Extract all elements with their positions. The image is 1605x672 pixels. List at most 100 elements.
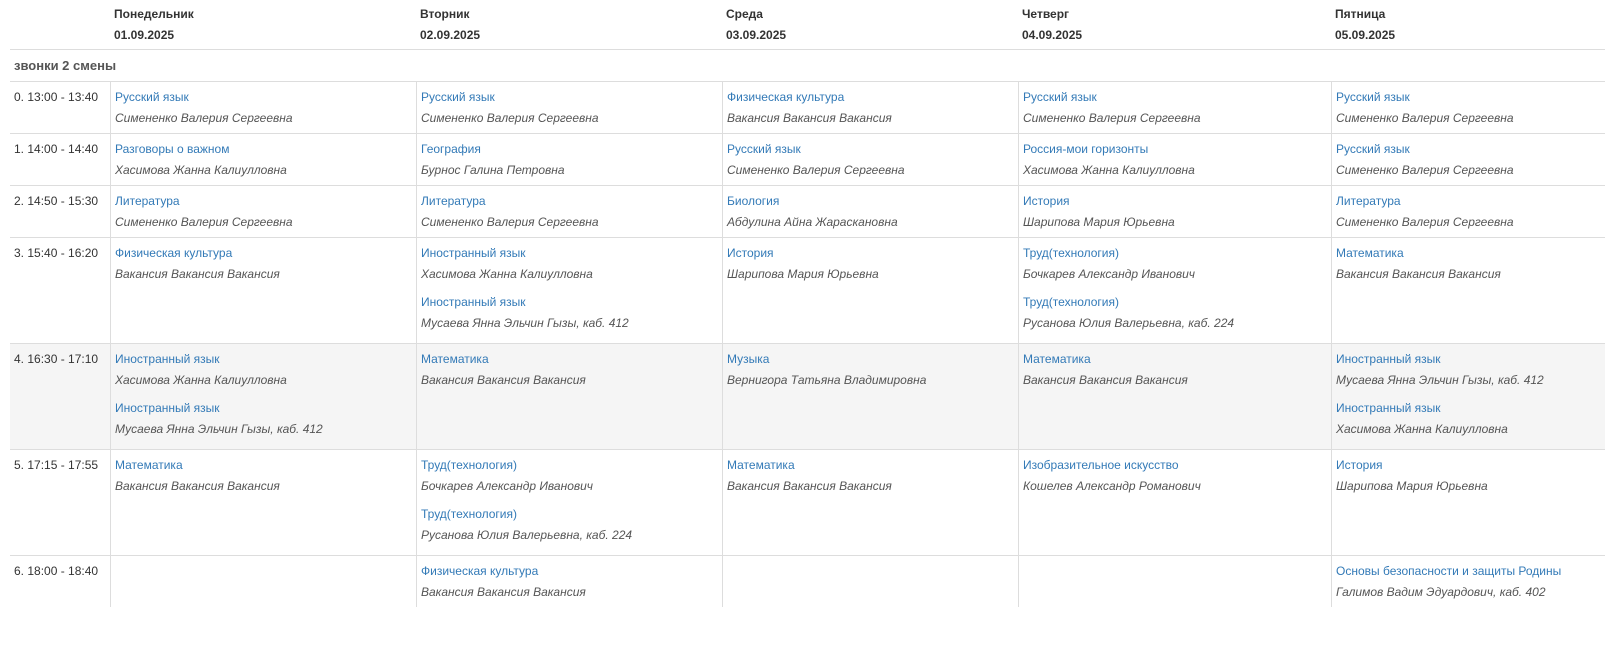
lesson-cell: Математика Вакансия Вакансия Вакансия <box>416 344 722 449</box>
lesson-entry: Физическая культура Вакансия Вакансия Вак… <box>727 89 1014 126</box>
teacher-name: Хасимова Жанна Калиулловна <box>421 267 593 281</box>
teacher-name: Шарипова Мария Юрьевна <box>727 267 879 281</box>
subject-link[interactable]: Разговоры о важном <box>115 141 412 157</box>
subject-link[interactable]: Труд(технология) <box>1023 245 1327 261</box>
lesson-cell: История Шарипова Мария Юрьевна <box>1331 450 1605 555</box>
lesson-time: 2. 14:50 - 15:30 <box>14 194 99 208</box>
subject-link[interactable]: Русский язык <box>1336 89 1601 105</box>
lesson-cell: Физическая культура Вакансия Вакансия Вак… <box>722 82 1018 133</box>
subject-link[interactable]: Литература <box>115 193 412 209</box>
lesson-cell: Биология Абдулина Айна Жарaскановна <box>722 186 1018 237</box>
subject-link[interactable]: Математика <box>1023 351 1327 367</box>
subject-link[interactable]: Труд(технология) <box>1023 294 1327 310</box>
subject-link[interactable]: Математика <box>727 457 1014 473</box>
lesson-time: 4. 16:30 - 17:10 <box>14 352 99 366</box>
lesson-cell: Россия-мои горизонты Хасимова Жанна Калиу… <box>1018 134 1331 185</box>
lesson-entry: История Шарипова Мария Юрьевна <box>1336 457 1601 494</box>
lesson-cell: Физическая культура Вакансия Вакансия Вак… <box>110 238 416 343</box>
subject-link[interactable]: История <box>1023 193 1327 209</box>
lesson-entry: География Бурнос Галина Петровна <box>421 141 718 178</box>
lesson-entry: Иностранный язык Хасимова Жанна Калиуллов… <box>421 245 718 282</box>
teacher-name: Вакансия Вакансия Вакансия <box>421 373 586 387</box>
subject-link[interactable]: Музыка <box>727 351 1014 367</box>
subject-link[interactable]: Русский язык <box>421 89 718 105</box>
subject-link[interactable]: Биология <box>727 193 1014 209</box>
lesson-entry: Иностранный язык Хасимова Жанна Калиуллов… <box>1336 400 1601 437</box>
lesson-cell <box>722 556 1018 607</box>
lesson-entry: Изобразительное искусство Кошелев Алексан… <box>1023 457 1327 494</box>
subject-link[interactable]: Математика <box>115 457 412 473</box>
lesson-cell: Литература Симененко Валерия Сергеевна <box>416 186 722 237</box>
lesson-cell: Музыка Вернигора Татьяна Владимировна <box>722 344 1018 449</box>
lesson-cell: Русский язык Симененко Валерия Сергеевна <box>110 82 416 133</box>
day-header-wednesday: Среда 03.09.2025 <box>722 0 1018 49</box>
subject-link[interactable]: Физическая культура <box>727 89 1014 105</box>
lesson-cell: Изобразительное искусство Кошелев Алексан… <box>1018 450 1331 555</box>
subject-link[interactable]: Русский язык <box>115 89 412 105</box>
subject-link[interactable]: Литература <box>1336 193 1601 209</box>
subject-link[interactable]: Математика <box>421 351 718 367</box>
subject-link[interactable]: Русский язык <box>1336 141 1601 157</box>
lesson-entry: Русский язык Симененко Валерия Сергеевна <box>421 89 718 126</box>
subject-link[interactable]: Иностранный язык <box>115 400 412 416</box>
subject-link[interactable]: Изобразительное искусство <box>1023 457 1327 473</box>
lesson-entry: Литература Симененко Валерия Сергеевна <box>421 193 718 230</box>
subject-link[interactable]: Иностранный язык <box>421 294 718 310</box>
table-row: 5. 17:15 - 17:55 Математика Вакансия Вакан… <box>10 450 1605 556</box>
lesson-cell: Литература Симененко Валерия Сергеевна <box>110 186 416 237</box>
table-row: 0. 13:00 - 13:40 Русский язык Симененко Ва… <box>10 82 1605 134</box>
subject-link[interactable]: Физическая культура <box>421 563 718 579</box>
lesson-cell: Русский язык Симененко Валерия Сергеевна <box>1331 82 1605 133</box>
lesson-cell: Русский язык Симененко Валерия Сергеевна <box>1018 82 1331 133</box>
day-header-thursday: Четверг 04.09.2025 <box>1018 0 1331 49</box>
lesson-cell: Математика Вакансия Вакансия Вакансия <box>1018 344 1331 449</box>
subject-link[interactable]: Русский язык <box>1023 89 1327 105</box>
day-date: 04.09.2025 <box>1022 28 1083 42</box>
lesson-entry: Иностранный язык Мусаева Янна Эльчин Гызы… <box>421 294 718 331</box>
subject-link[interactable]: Основы безопасности и защиты Родины <box>1336 563 1601 579</box>
subject-link[interactable]: Иностранный язык <box>421 245 718 261</box>
subject-link[interactable]: Труд(технология) <box>421 457 718 473</box>
schedule-table: Понедельник 01.09.2025 Вторник 02.09.202… <box>10 0 1605 607</box>
day-date: 05.09.2025 <box>1335 28 1396 42</box>
lesson-time: 0. 13:00 - 13:40 <box>14 90 99 104</box>
teacher-name: Шарипова Мария Юрьевна <box>1023 215 1175 229</box>
teacher-name: Симененко Валерия Сергеевна <box>115 111 293 125</box>
day-header-monday: Понедельник 01.09.2025 <box>110 0 416 49</box>
lesson-time: 1. 14:00 - 14:40 <box>14 142 99 156</box>
subject-link[interactable]: Россия-мои горизонты <box>1023 141 1327 157</box>
subject-link[interactable]: Иностранный язык <box>115 351 412 367</box>
teacher-name: Симененко Валерия Сергеевна <box>1023 111 1201 125</box>
subject-link[interactable]: История <box>1336 457 1601 473</box>
lesson-entry: Россия-мои горизонты Хасимова Жанна Калиу… <box>1023 141 1327 178</box>
lesson-cell <box>1018 556 1331 607</box>
subject-link[interactable]: История <box>727 245 1014 261</box>
subject-link[interactable]: Математика <box>1336 245 1601 261</box>
lesson-entry: Литература Симененко Валерия Сергеевна <box>1336 193 1601 230</box>
subject-link[interactable]: Физическая культура <box>115 245 412 261</box>
subject-link[interactable]: Русский язык <box>727 141 1014 157</box>
subject-link[interactable]: Труд(технология) <box>421 506 718 522</box>
day-name: Четверг <box>1022 7 1070 21</box>
teacher-name: Симененко Валерия Сергеевна <box>1336 111 1514 125</box>
teacher-name: Мусаева Янна Эльчин Гызы, каб. 412 <box>115 422 323 436</box>
lesson-cell: История Шарипова Мария Юрьевна <box>1018 186 1331 237</box>
lesson-entry: Иностранный язык Хасимова Жанна Калиуллов… <box>115 351 412 388</box>
subject-link[interactable]: География <box>421 141 718 157</box>
lesson-entry: История Шарипова Мария Юрьевна <box>1023 193 1327 230</box>
lesson-entry: Математика Вакансия Вакансия Вакансия <box>727 457 1014 494</box>
subject-link[interactable]: Литература <box>421 193 718 209</box>
shift-label: звонки 2 смены <box>10 50 1605 82</box>
subject-link[interactable]: Иностранный язык <box>1336 400 1601 416</box>
teacher-name: Галимов Вадим Эдуардович, каб. 402 <box>1336 585 1546 599</box>
day-name: Среда <box>726 7 763 21</box>
lesson-cell: Труд(технология) Бочкарев Александр Ивано… <box>416 450 722 555</box>
lesson-entry: Иностранный язык Мусаева Янна Эльчин Гызы… <box>115 400 412 437</box>
subject-link[interactable]: Иностранный язык <box>1336 351 1601 367</box>
lesson-entry: Труд(технология) Бочкарев Александр Ивано… <box>421 457 718 494</box>
lesson-entry: Математика Вакансия Вакансия Вакансия <box>1023 351 1327 388</box>
lesson-entry: Русский язык Симененко Валерия Сергеевна <box>1336 141 1601 178</box>
lesson-cell: Математика Вакансия Вакансия Вакансия <box>110 450 416 555</box>
lesson-entry: Математика Вакансия Вакансия Вакансия <box>421 351 718 388</box>
lesson-entry: Основы безопасности и защиты Родины Галим… <box>1336 563 1601 600</box>
